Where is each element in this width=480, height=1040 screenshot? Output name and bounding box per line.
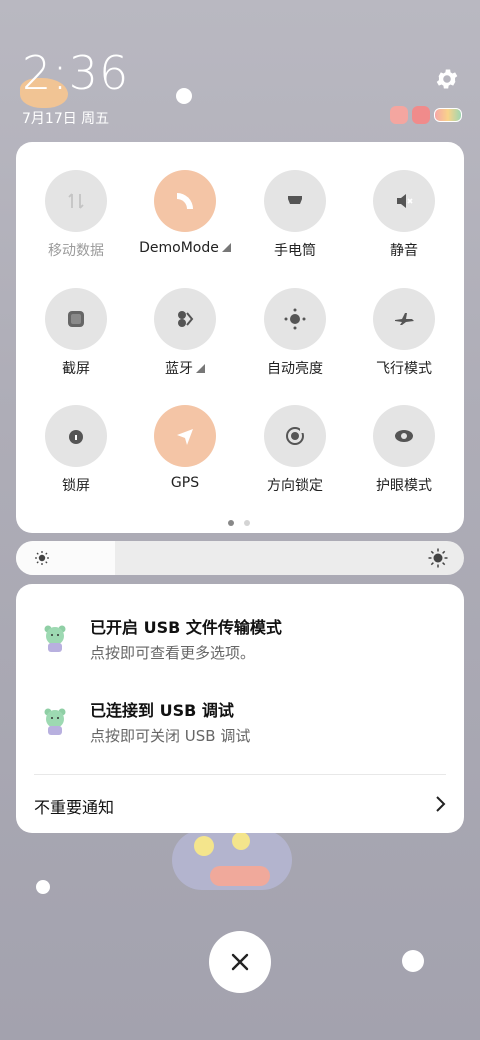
tile-label: 锁屏	[62, 478, 90, 494]
airplane-icon	[373, 288, 435, 350]
brightness-high-icon	[428, 548, 448, 568]
notification-title: 已开启 USB 文件传输模式	[90, 618, 282, 637]
tile-label: 护眼模式	[376, 478, 432, 494]
wallpaper-decoration	[232, 832, 250, 850]
tile-label: 蓝牙	[165, 361, 193, 377]
tile-flashlight[interactable]: 手电筒	[240, 170, 350, 260]
mobile-data-icon	[45, 170, 107, 232]
tile-label: 截屏	[62, 361, 90, 377]
clock-time: 2:36	[22, 46, 130, 100]
flashlight-icon	[264, 170, 326, 232]
expand-triangle-icon[interactable]	[221, 243, 231, 252]
lock-icon	[45, 405, 107, 467]
tile-mobile-data[interactable]: 移动数据	[21, 170, 131, 260]
page-dot-active	[228, 520, 234, 526]
bluetooth-icon	[154, 288, 216, 350]
quick-settings-panel: 移动数据 DemoMode 手电筒 静音 截屏 蓝牙 自动亮度 飞行模式 锁屏 …	[16, 142, 464, 533]
status-icon-tray	[390, 106, 462, 124]
tile-bluetooth[interactable]: 蓝牙	[130, 288, 240, 378]
notification-usb-file-transfer[interactable]: 已开启 USB 文件传输模式 点按即可查看更多选项。	[16, 614, 464, 674]
tile-label: 手电筒	[274, 243, 316, 259]
notification-subtitle: 点按即可关闭 USB 调试	[90, 727, 251, 745]
tile-label: 自动亮度	[267, 361, 323, 377]
notification-title: 已连接到 USB 调试	[90, 701, 234, 720]
gps-icon	[154, 405, 216, 467]
notification-app-icon-2	[412, 106, 430, 124]
tile-rotation-lock[interactable]: 方向锁定	[240, 405, 350, 495]
notification-app-icon	[390, 106, 408, 124]
tile-label: 静音	[390, 243, 418, 259]
notification-subtitle: 点按即可查看更多选项。	[90, 644, 256, 662]
expand-triangle-icon[interactable]	[196, 364, 205, 373]
demo-mode-icon	[154, 170, 216, 232]
screenshot-icon	[45, 288, 107, 350]
tile-screenshot[interactable]: 截屏	[21, 288, 131, 378]
notification-usb-debugging[interactable]: 已连接到 USB 调试 点按即可关闭 USB 调试	[16, 697, 464, 757]
tile-label: DemoMode	[139, 240, 219, 256]
chevron-right-icon[interactable]	[434, 795, 446, 813]
tile-label: 移动数据	[48, 243, 104, 259]
wallpaper-decoration	[402, 950, 424, 972]
wallpaper-decoration	[194, 836, 214, 856]
wallpaper-decoration	[36, 880, 50, 894]
brightness-slider[interactable]	[16, 541, 464, 575]
tile-label: GPS	[170, 475, 200, 491]
brightness-low-icon	[35, 551, 49, 565]
tile-auto-brightness[interactable]: 自动亮度	[240, 288, 350, 378]
settings-gear-icon[interactable]	[434, 66, 460, 92]
page-indicator	[228, 520, 250, 526]
tile-label: 飞行模式	[376, 361, 432, 377]
wallpaper-decoration	[176, 88, 192, 104]
divider	[34, 774, 446, 775]
mute-icon	[373, 170, 435, 232]
tile-gps[interactable]: GPS	[130, 405, 240, 491]
tile-label: 方向锁定	[267, 478, 323, 494]
tile-eye-care[interactable]: 护眼模式	[349, 405, 459, 495]
wallpaper-decoration	[210, 866, 270, 886]
tile-airplane[interactable]: 飞行模式	[349, 288, 459, 378]
clear-all-button[interactable]	[209, 931, 271, 993]
tile-mute[interactable]: 静音	[349, 170, 459, 260]
clock-date: 7月17日 周五	[22, 111, 110, 127]
unimportant-notifications-link[interactable]: 不重要通知	[34, 794, 114, 818]
rotation-lock-icon	[264, 405, 326, 467]
close-icon	[231, 953, 249, 971]
app-mascot-icon	[44, 708, 66, 735]
notification-panel: 已开启 USB 文件传输模式 点按即可查看更多选项。 已连接到 USB 调试 点…	[16, 584, 464, 833]
brightness-fill	[16, 541, 115, 575]
page-dot	[244, 520, 250, 526]
battery-icon	[434, 108, 462, 122]
app-mascot-icon	[44, 625, 66, 652]
auto-brightness-icon	[264, 288, 326, 350]
tile-demo-mode[interactable]: DemoMode	[130, 170, 240, 256]
tile-lock-screen[interactable]: 锁屏	[21, 405, 131, 495]
eye-icon	[373, 405, 435, 467]
